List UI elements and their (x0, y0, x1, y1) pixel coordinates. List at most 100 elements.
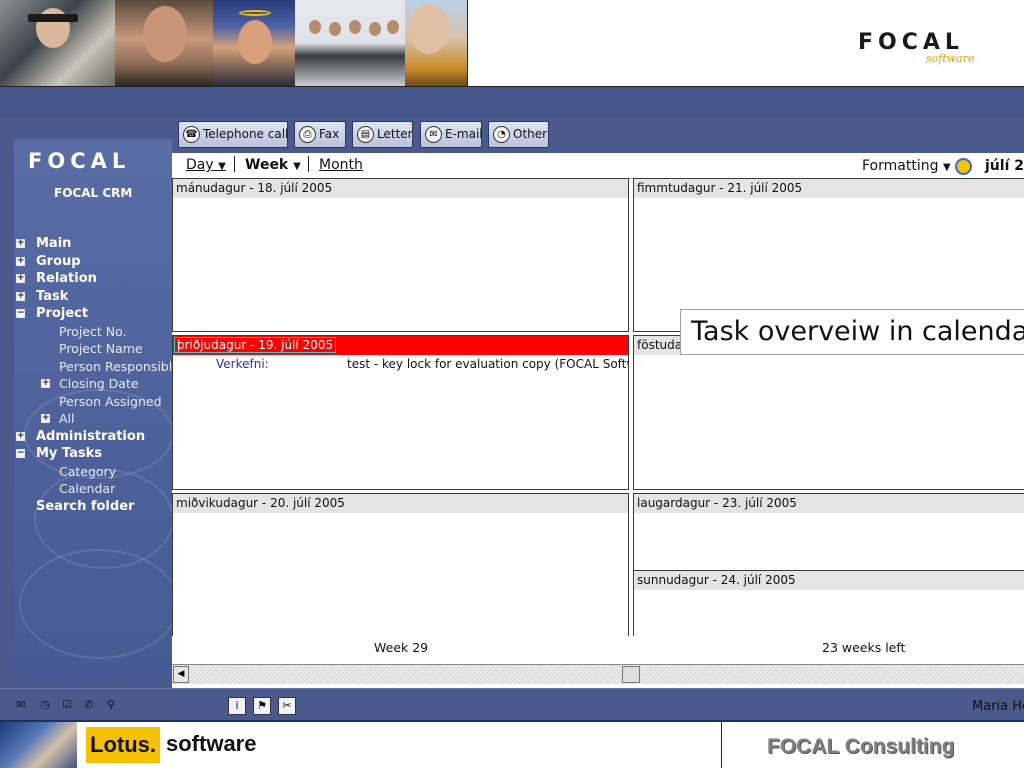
sidebar-item-project-no[interactable]: Project No. (14, 323, 172, 341)
lotus-software-text: software (166, 731, 257, 756)
expand-icon[interactable]: + (16, 431, 25, 441)
sidebar-item-main[interactable]: + Main (14, 235, 172, 253)
tools-icon[interactable]: ✂ (278, 697, 296, 715)
button-label: Other (513, 127, 548, 141)
day-cell-tuesday[interactable]: þriðjudagur - 19. júlí 2005 Verkefni: te… (172, 335, 629, 490)
day-cell-monday[interactable]: mánudagur - 18. júlí 2005 (172, 178, 629, 332)
collapse-icon[interactable]: − (16, 309, 25, 318)
month-view-link[interactable]: Month (319, 157, 363, 173)
day-header[interactable]: sunnudagur - 24. júlí 2005 (634, 571, 1024, 590)
day-view-link[interactable]: Day ▼ (186, 157, 226, 173)
expand-icon[interactable]: + (41, 414, 50, 423)
banner-photo-man-with-halo (213, 0, 295, 86)
day-header-selected[interactable]: þriðjudagur - 19. júlí 2005 (173, 336, 628, 355)
day-cell-wednesday[interactable]: miðvikudagur - 20. júlí 2005 (172, 493, 629, 649)
fax-button[interactable]: ⎙ Fax (294, 121, 346, 148)
expand-icon[interactable]: + (16, 291, 25, 301)
sidebar-item-label: All (59, 411, 75, 426)
sidebar-item-closing-date[interactable]: + Closing Date (14, 375, 172, 393)
day-header-text: þriðjudagur - 19. júlí 2005 (174, 337, 337, 353)
button-label: Telephone call (203, 127, 289, 141)
day-cell-saturday[interactable]: laugardagur - 23. júlí 2005 (633, 493, 1024, 571)
sidebar-item-administration[interactable]: + Administration (14, 428, 172, 446)
expand-icon[interactable]: + (16, 239, 25, 248)
scrollbar-thumb[interactable] (622, 666, 640, 683)
banner-divider (467, 0, 468, 86)
sidebar-item-person-assigned[interactable]: Person Assigned (14, 393, 172, 411)
week-view-link[interactable]: Week ▼ (245, 157, 301, 173)
weeks-left-count: 23 weeks left (822, 640, 906, 655)
sidebar-focal-logo: FOCAL (28, 149, 131, 173)
sidebar-item-my-tasks[interactable]: − My Tasks (14, 445, 172, 463)
sidebar-item-label: Closing Date (59, 376, 139, 391)
sidebar-item-category[interactable]: Category (14, 463, 172, 481)
current-month-label: júlí 2005 (985, 158, 1024, 174)
day-view-label: Day (186, 157, 214, 173)
sidebar-item-task[interactable]: + Task (14, 288, 172, 306)
sidebar-item-project-name[interactable]: Project Name (14, 340, 172, 358)
scroll-left-arrow-icon[interactable]: ◀ (173, 666, 189, 683)
banner-photo-blindfolded-person (0, 0, 115, 86)
sidebar-item-all[interactable]: + All (14, 410, 172, 428)
telephone-call-button[interactable]: ☎ Telephone call (178, 121, 288, 148)
day-cell-friday[interactable]: föstudagur - 22. júlí 2005 (633, 335, 1024, 490)
expand-icon[interactable]: + (16, 274, 25, 283)
collapse-icon[interactable]: − (16, 449, 25, 458)
mail-icon[interactable]: ✉ (12, 697, 30, 715)
sidebar-item-calendar[interactable]: Calendar (14, 480, 172, 498)
banner-logo-subtitle: software (926, 52, 975, 65)
week-number: Week 29 (374, 640, 429, 655)
phone-icon[interactable]: ✆ (80, 697, 98, 715)
day-header[interactable]: laugardagur - 23. júlí 2005 (634, 494, 1024, 513)
sidebar-app-title: FOCAL CRM (54, 186, 133, 200)
status-bar: ✉ ◷ ☑ ✆ ⚲ i ⚑ ✂ Maria He (0, 688, 1024, 720)
sidebar-item-person-responsible[interactable]: Person Responsible (14, 358, 172, 376)
sidebar-item-group[interactable]: + Group (14, 253, 172, 271)
flag-icon[interactable]: ⚑ (253, 697, 271, 715)
day-header[interactable]: fimmtudagur - 21. júlí 2005 (634, 179, 1024, 198)
banner-photo-woman-profile (405, 0, 467, 86)
chevron-down-icon[interactable]: ▼ (218, 161, 226, 172)
lotus-logo: Lotus. (86, 727, 160, 763)
day-header-text: miðvikudagur - 20. júlí 2005 (176, 496, 345, 510)
info-icon[interactable]: i (228, 697, 246, 715)
sidebar-item-label: Project (36, 306, 89, 321)
sidebar-item-label: Relation (36, 271, 97, 286)
letter-button[interactable]: ▤ Letter (352, 121, 413, 148)
date-picker-icon[interactable] (955, 158, 972, 175)
banner-focal-logo: FOCAL software (858, 30, 988, 72)
footer-banner: Lotus. software FOCAL Consulting (0, 720, 1024, 768)
task-description: test - key lock for evaluation copy (FOC… (347, 357, 628, 371)
other-button[interactable]: ◔ Other (488, 121, 549, 148)
sidebar-item-label: Project Name (59, 341, 143, 356)
expand-icon[interactable]: + (41, 379, 50, 388)
search-icon[interactable]: ⚲ (102, 697, 120, 715)
sidebar-item-label: Category (59, 463, 117, 479)
checklist-icon[interactable]: ☑ (58, 697, 76, 715)
chevron-down-icon[interactable]: ▼ (943, 162, 951, 173)
sidebar-item-label: Main (36, 236, 72, 251)
day-header-text: sunnudagur - 24. júlí 2005 (637, 573, 796, 587)
button-label: E-mail (445, 127, 483, 141)
app-window: FOCAL FOCAL CRM + Main + Group + Relatio… (0, 87, 1024, 720)
app-top-band (0, 87, 1024, 117)
chevron-down-icon[interactable]: ▼ (293, 161, 301, 172)
formatting-menu[interactable]: Formatting ▼ (862, 158, 951, 174)
other-icon: ◔ (493, 126, 510, 143)
day-header[interactable]: miðvikudagur - 20. júlí 2005 (173, 494, 628, 513)
footer-divider (721, 722, 722, 768)
sidebar-item-search-folder[interactable]: Search folder (14, 498, 172, 516)
sidebar-item-project[interactable]: − Project (14, 305, 172, 323)
day-header[interactable]: mánudagur - 18. júlí 2005 (173, 179, 628, 198)
task-entry[interactable]: Verkefni: test - key lock for evaluation… (173, 355, 628, 373)
expand-icon[interactable]: + (16, 256, 25, 266)
current-user-name: Maria He (972, 699, 1024, 714)
sidebar-nav: + Main + Group + Relation + Task − Proje… (14, 235, 172, 515)
calendar-clock-icon[interactable]: ◷ (36, 697, 54, 715)
sidebar: FOCAL FOCAL CRM + Main + Group + Relatio… (14, 139, 172, 684)
sidebar-item-relation[interactable]: + Relation (14, 270, 172, 288)
sidebar-item-label: Calendar (59, 481, 116, 496)
email-button[interactable]: ✉ E-mail (420, 121, 483, 148)
footer-photo (0, 722, 77, 768)
horizontal-scrollbar[interactable]: ◀ (172, 664, 1024, 684)
